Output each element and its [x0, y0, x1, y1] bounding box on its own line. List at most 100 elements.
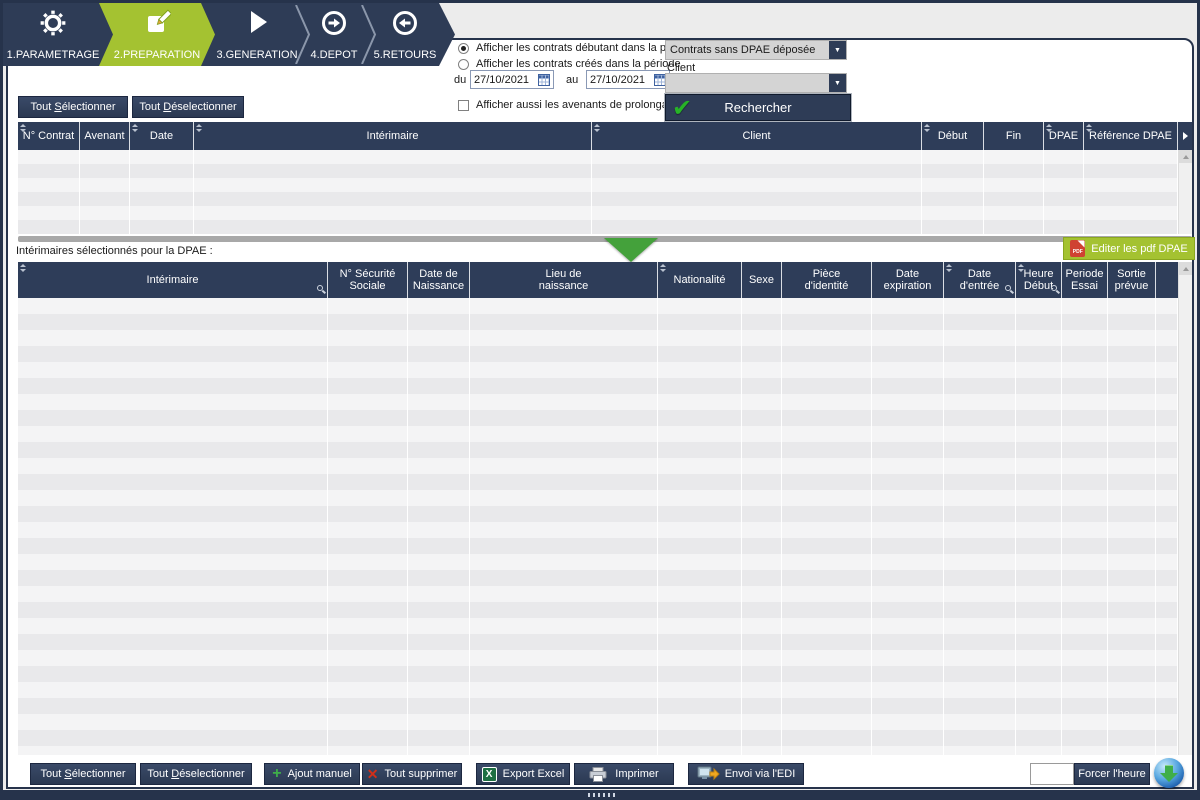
client-dropdown[interactable]: ▼ — [665, 73, 847, 93]
selection-label: Intérimaires sélectionnés pour la DPAE : — [16, 245, 213, 257]
search-icon[interactable] — [317, 285, 323, 291]
col-date-entree[interactable]: Date d'entrée — [944, 262, 1016, 298]
arrow-left-circle-icon — [391, 9, 419, 40]
interim-table-body — [18, 298, 1178, 755]
col-date[interactable]: Date — [130, 122, 194, 150]
col-sortie-prevue[interactable]: Sortie prévue — [1108, 262, 1156, 298]
date-from-label: du — [454, 74, 466, 86]
step-separator — [295, 5, 311, 64]
radio-contracts-starting[interactable] — [458, 43, 469, 54]
contracts-select-all-button[interactable]: Tout Sélectionner — [18, 96, 128, 118]
interim-deselect-all-button[interactable]: Tout Déselectionner — [140, 763, 252, 785]
col-periode-essai[interactable]: Periode Essai — [1062, 262, 1108, 298]
main-panel: Afficher les contrats débutant dans la p… — [6, 38, 1194, 789]
col-num-contrat[interactable]: N° Contrat — [18, 122, 80, 150]
col-piece-identite[interactable]: Pièce d'identité — [782, 262, 872, 298]
col-debut[interactable]: Début — [922, 122, 984, 150]
radio-contracts-created[interactable] — [458, 59, 469, 70]
contracts-table-body — [18, 150, 1192, 234]
play-icon — [244, 9, 270, 38]
col-interimaire[interactable]: Intérimaire — [194, 122, 592, 150]
contracts-deselect-all-button[interactable]: Tout Déselectionner — [132, 96, 244, 118]
arrow-down-icon — [604, 238, 658, 262]
globe-download-icon[interactable] — [1154, 758, 1184, 788]
sort-icon[interactable] — [924, 124, 931, 132]
sort-icon[interactable] — [20, 264, 27, 272]
col-date-expiration[interactable]: Date expiration — [872, 262, 944, 298]
interim-vertical-scrollbar[interactable] — [1178, 262, 1192, 755]
radio-contracts-created-label: Afficher les contrats créés dans la péri… — [476, 58, 681, 70]
plus-icon: + — [272, 767, 281, 781]
sort-icon[interactable] — [132, 124, 139, 132]
delete-all-button[interactable]: ✕Tout supprimer — [362, 763, 462, 785]
scroll-up-icon[interactable] — [1179, 150, 1192, 163]
wizard-step-depot[interactable]: 4.DEPOT — [303, 3, 365, 66]
add-manual-button[interactable]: +Ajout manuel — [264, 763, 360, 785]
wizard-step-preparation-active[interactable]: 2.PREPARATION — [99, 3, 215, 66]
sort-icon[interactable] — [946, 264, 953, 272]
gear-icon — [39, 9, 67, 40]
x-icon: ✕ — [367, 767, 379, 781]
col-date-naissance[interactable]: Date de Naissance — [408, 262, 470, 298]
col-heure-debut[interactable]: Heure Début — [1016, 262, 1062, 298]
export-excel-button[interactable]: XExport Excel — [476, 763, 570, 785]
sort-icon[interactable] — [20, 124, 27, 132]
wizard-step-retours[interactable]: 5.RETOURS — [369, 3, 441, 66]
date-from-input[interactable]: 27/10/2021 — [470, 70, 554, 89]
interim-table-header: Intérimaire N° Sécurité Sociale Date de … — [18, 262, 1178, 298]
sort-icon[interactable] — [660, 264, 667, 272]
contracts-vertical-scrollbar[interactable] — [1178, 150, 1192, 234]
send-edi-button[interactable]: Envoi via l'EDI — [688, 763, 804, 785]
step-separator — [361, 5, 377, 64]
arrow-right-circle-icon — [320, 9, 348, 40]
wizard-steps-bar: 1.PARAMETRAGE 2.PREPARATION 3.GENERATION — [3, 3, 455, 66]
app-window: Afficher les contrats débutant dans la p… — [0, 0, 1200, 800]
date-to-input[interactable]: 27/10/2021 — [586, 70, 670, 89]
checkbox-avenants-label: Afficher aussi les avenants de prolongat… — [476, 99, 686, 111]
sort-icon[interactable] — [1086, 124, 1093, 132]
checkbox-avenants[interactable] — [458, 100, 469, 111]
col-avenant[interactable]: Avenant — [80, 122, 130, 150]
col-interimaire[interactable]: Intérimaire — [18, 262, 328, 298]
resize-grip[interactable] — [588, 793, 616, 797]
chevron-right-icon — [1183, 132, 1188, 140]
col-fin[interactable]: Fin — [984, 122, 1044, 150]
edi-icon — [697, 766, 720, 782]
col-blank — [1156, 262, 1178, 298]
col-client[interactable]: Client — [592, 122, 922, 150]
print-button[interactable]: Imprimer — [574, 763, 674, 785]
edit-pdf-dpae-button[interactable]: PDF Editer les pdf DPAE — [1063, 237, 1195, 260]
interim-select-all-button[interactable]: Tout Sélectionner — [30, 763, 136, 785]
chevron-down-icon[interactable]: ▼ — [829, 74, 846, 92]
pdf-icon: PDF — [1070, 240, 1085, 257]
sort-icon[interactable] — [1018, 264, 1025, 272]
excel-icon: X — [482, 767, 497, 782]
checkmark-icon: ✔ — [672, 94, 692, 123]
sort-icon[interactable] — [594, 124, 601, 132]
col-num-securite-sociale[interactable]: N° Sécurité Sociale — [328, 262, 408, 298]
edit-icon — [143, 9, 171, 40]
window-bottom-bar — [0, 790, 1200, 800]
col-reference-dpae[interactable]: Référence DPAE — [1084, 122, 1178, 150]
col-dpae[interactable]: DPAE — [1044, 122, 1084, 150]
scroll-up-icon[interactable] — [1179, 262, 1192, 275]
wizard-step-generation[interactable]: 3.GENERATION — [215, 3, 299, 66]
radio-contracts-starting-label: Afficher les contrats débutant dans la p… — [476, 42, 697, 54]
chevron-down-icon[interactable]: ▼ — [829, 41, 846, 59]
contracts-table-header: N° Contrat Avenant Date Intérimaire Clie… — [18, 122, 1192, 150]
search-button[interactable]: ✔ Rechercher — [665, 94, 851, 121]
date-to-label: au — [566, 74, 578, 86]
col-nationalite[interactable]: Nationalité — [658, 262, 742, 298]
contract-filter-dropdown[interactable]: Contrats sans DPAE déposée ▼ — [665, 40, 847, 60]
search-icon[interactable] — [1005, 285, 1011, 291]
expand-column-button[interactable] — [1178, 122, 1192, 150]
sort-icon[interactable] — [196, 124, 203, 132]
calendar-icon[interactable] — [538, 74, 550, 86]
force-time-button[interactable]: Forcer l'heure — [1074, 763, 1150, 785]
col-sexe[interactable]: Sexe — [742, 262, 782, 298]
force-time-input[interactable] — [1030, 763, 1074, 785]
col-lieu-naissance[interactable]: Lieu de naissance — [470, 262, 658, 298]
search-icon[interactable] — [1051, 285, 1057, 291]
sort-icon[interactable] — [1046, 124, 1053, 132]
wizard-step-parametrage[interactable]: 1.PARAMETRAGE — [3, 3, 103, 66]
